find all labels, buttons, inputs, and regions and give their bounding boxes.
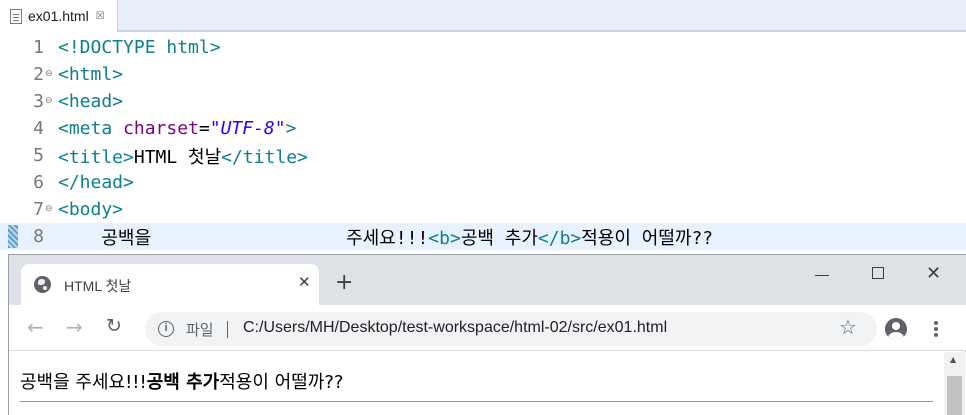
code-token: > — [285, 118, 297, 139]
browser-toolbar: ← → ↻ i 파일 C:/Users/MH/Desktop/test-work… — [9, 305, 966, 351]
code-area[interactable]: 1 <!DOCTYPE html> 2 ⊖ <html> 3 ⊖ <head> 4 <meta c… — [0, 34, 966, 256]
line-number: 7 — [33, 199, 44, 220]
code-text: <title>HTML 첫날</title> — [58, 143, 308, 169]
browser-titlebar: HTML 첫날 ✕ + ✕ — [9, 255, 966, 305]
code-text: <!DOCTYPE html> — [58, 37, 221, 58]
code-text: </head> — [58, 172, 134, 193]
menu-dots-icon[interactable] — [934, 321, 938, 337]
page-paragraph: 공백을 주세요!!!공백 추가적용이 어떨까?? — [20, 368, 343, 394]
line-number: 1 — [33, 37, 44, 58]
code-token: HTML 첫날 — [133, 146, 222, 168]
code-token: 적용이 어떨까?? — [581, 227, 714, 249]
code-line[interactable]: 6 </head> — [0, 169, 966, 196]
code-editor: ex01.html ☒ 1 <!DOCTYPE html> 2 ⊖ <html> 3 ⊖ <h… — [0, 0, 966, 256]
code-line[interactable]: 7 ⊖ <body> — [0, 196, 966, 223]
code-token: <body> — [58, 199, 124, 220]
active-line-marker — [8, 225, 18, 248]
line-number: 8 — [33, 226, 44, 247]
page-content: 공백을 주세요!!!공백 추가적용이 어떨까?? ▲ — [9, 352, 966, 415]
plus-icon[interactable]: + — [335, 272, 353, 294]
fold-toggle-icon[interactable]: ⊖ — [45, 70, 53, 79]
code-token: <!DOCTYPE html> — [58, 37, 221, 58]
code-token: charset — [123, 118, 199, 139]
scroll-up-arrow-icon[interactable]: ▲ — [950, 355, 956, 364]
editor-tab-ex01[interactable]: ex01.html ☒ — [0, 0, 118, 32]
code-token: <html> — [58, 64, 124, 85]
fold-toggle-icon[interactable]: ⊖ — [45, 205, 53, 214]
code-token: <head> — [58, 91, 124, 112]
omnibox-divider — [227, 321, 228, 338]
close-icon[interactable]: ✕ — [298, 273, 311, 291]
page-divider — [20, 401, 933, 402]
browser-tab[interactable]: HTML 첫날 ✕ — [21, 264, 319, 305]
code-token: "UTF-8" — [209, 118, 286, 139]
scrollbar[interactable]: ▲ — [944, 352, 965, 415]
info-icon[interactable]: i — [158, 321, 174, 337]
forward-arrow-icon[interactable]: → — [66, 315, 83, 339]
line-number: 2 — [33, 64, 44, 85]
code-token: = — [198, 118, 210, 139]
profile-icon[interactable] — [885, 318, 907, 340]
code-line[interactable]: 3 ⊖ <head> — [0, 88, 966, 115]
close-icon[interactable]: ✕ — [926, 263, 941, 284]
globe-icon — [34, 276, 51, 293]
code-token: 공백 추가 — [460, 227, 538, 249]
browser-tab-title: HTML 첫날 — [64, 278, 132, 294]
code-text: <head> — [58, 91, 123, 112]
star-icon[interactable]: ☆ — [839, 315, 857, 339]
line-number: 6 — [33, 172, 44, 193]
page-text-bold: 공백 추가 — [146, 372, 220, 393]
back-arrow-icon[interactable]: ← — [27, 315, 44, 339]
scrollbar-thumb[interactable] — [947, 376, 962, 415]
browser-window: HTML 첫날 ✕ + ✕ ← → ↻ i 파일 C:/Users/MH/Des… — [8, 254, 966, 415]
page-text-before: 공백을 주세요!!! — [20, 372, 147, 393]
editor-tab-label: ex01.html — [28, 8, 89, 24]
fold-toggle-icon[interactable]: ⊖ — [45, 97, 53, 106]
code-token: 공백을 주세요!!! — [58, 227, 429, 249]
reload-icon[interactable]: ↻ — [106, 315, 122, 337]
code-line[interactable]: 4 <meta charset="UTF-8"> — [0, 115, 966, 142]
code-token: <meta — [58, 118, 124, 139]
code-text: <body> — [58, 199, 123, 220]
line-number: 3 — [33, 91, 44, 112]
code-line[interactable]: 8 공백을 주세요!!!<b>공백 추가</b>적용이 어떨까?? — [0, 223, 966, 250]
code-token: </b> — [537, 227, 582, 249]
code-token: <title> — [58, 146, 134, 168]
page-text-after: 적용이 어떨까?? — [219, 372, 344, 393]
code-token: </head> — [58, 172, 134, 193]
maximize-icon[interactable] — [872, 267, 884, 279]
line-number: 5 — [33, 145, 44, 166]
editor-tab-bar: ex01.html ☒ — [0, 0, 966, 32]
code-token: <b> — [428, 227, 461, 249]
code-text: <html> — [58, 64, 123, 85]
code-line[interactable]: 5 <title>HTML 첫날</title> — [0, 142, 966, 169]
file-icon — [10, 8, 22, 24]
code-line[interactable]: 1 <!DOCTYPE html> — [0, 34, 966, 61]
scheme-label: 파일 — [186, 321, 214, 339]
url-text[interactable]: C:/Users/MH/Desktop/test-workspace/html-… — [243, 319, 667, 337]
code-token: </title> — [221, 146, 308, 168]
minimize-icon[interactable] — [815, 275, 829, 276]
code-text: 공백을 주세요!!!<b>공백 추가</b>적용이 어떨까?? — [58, 224, 713, 250]
address-bar[interactable]: i 파일 C:/Users/MH/Desktop/test-workspace/… — [145, 312, 877, 346]
code-line[interactable]: 2 ⊖ <html> — [0, 61, 966, 88]
close-icon[interactable]: ☒ — [96, 11, 105, 22]
line-number: 4 — [33, 118, 44, 139]
code-text: <meta charset="UTF-8"> — [58, 118, 296, 139]
